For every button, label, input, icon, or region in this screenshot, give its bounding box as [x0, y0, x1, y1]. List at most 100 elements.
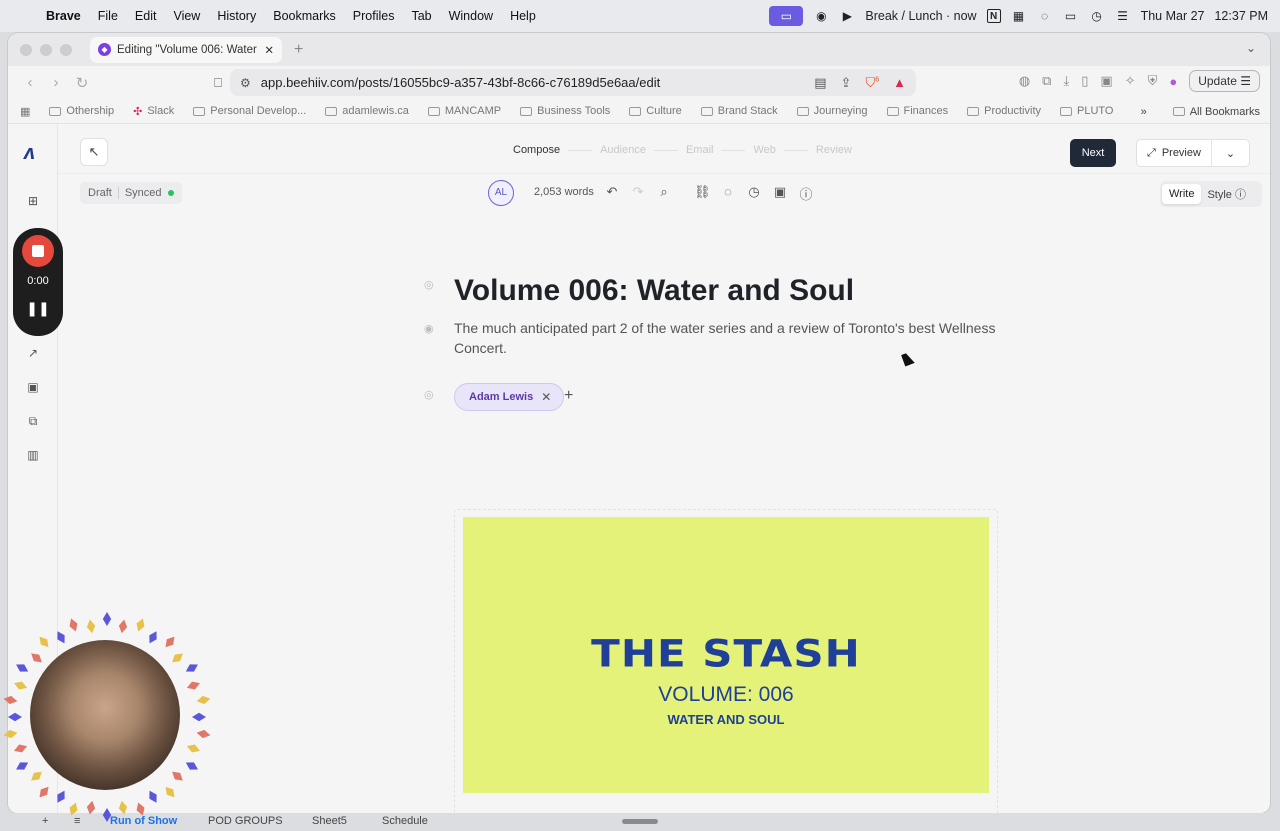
show-subtitle-eye-icon[interactable]: ◉: [424, 322, 434, 335]
apps-grid-icon[interactable]: ▦: [20, 105, 30, 118]
url-text[interactable]: app.beehiiv.com/posts/16055bc9-a357-43bf…: [261, 75, 814, 90]
menu-bookmarks[interactable]: Bookmarks: [273, 9, 336, 23]
bookmark-journeying[interactable]: Journeying: [796, 105, 868, 117]
comment-icon[interactable]: ◌: [720, 184, 736, 203]
remove-author-icon[interactable]: ✕: [541, 390, 551, 404]
forward-arrow-icon[interactable]: ›: [44, 74, 68, 91]
bookmark-personal-develop[interactable]: Personal Develop...: [193, 105, 306, 117]
sheet-tab-schedule[interactable]: Schedule: [382, 815, 428, 827]
bookmark-productivity[interactable]: Productivity: [967, 105, 1041, 117]
cover-image[interactable]: THE STASH VOLUME: 006 WATER AND SOUL: [463, 517, 989, 793]
downloads-icon[interactable]: ⤓: [1063, 73, 1069, 89]
bookmark-brand-stack[interactable]: Brand Stack: [700, 105, 778, 117]
write-tab[interactable]: Write: [1162, 184, 1202, 204]
layout-icon[interactable]: ▦: [1011, 8, 1027, 24]
menubar-time[interactable]: 12:37 PM: [1214, 9, 1268, 23]
analytics-bar-icon[interactable]: ▥: [25, 448, 41, 464]
help-icon[interactable]: ⓘ: [798, 184, 814, 203]
bookmark-finances[interactable]: Finances: [886, 105, 948, 117]
update-button[interactable]: Update ☰: [1189, 70, 1260, 92]
step-compose[interactable]: Compose: [513, 144, 560, 156]
control-center-icon[interactable]: ☰: [1115, 8, 1131, 24]
post-subtitle[interactable]: The much anticipated part 2 of the water…: [454, 318, 1014, 358]
design-icon[interactable]: ⧉: [25, 414, 41, 430]
clock-status-icon[interactable]: ◌: [1037, 8, 1053, 24]
bookmark-mancamp[interactable]: MANCAMP: [427, 105, 501, 117]
add-author-plus-icon[interactable]: +: [564, 387, 573, 405]
beehiiv-logo-icon[interactable]: ʌ: [24, 142, 35, 165]
sheet-tab-sheet5[interactable]: Sheet5: [312, 815, 347, 827]
bookmark-business-tools[interactable]: Business Tools: [520, 105, 610, 117]
share-icon[interactable]: ⇪: [841, 75, 852, 91]
preview-button[interactable]: ⤢ Preview: [1137, 140, 1212, 166]
next-button[interactable]: Next: [1070, 139, 1116, 167]
redo-icon[interactable]: ↷: [630, 184, 646, 203]
step-audience[interactable]: Audience: [600, 144, 646, 156]
preview-dropdown-chevron-icon[interactable]: ⌄: [1212, 147, 1249, 160]
exit-editor-arrow-icon[interactable]: ↖: [80, 138, 108, 166]
tab-list-chevron-icon[interactable]: ⌄: [1246, 41, 1256, 55]
undo-icon[interactable]: ↶: [604, 184, 620, 203]
step-review[interactable]: Review: [816, 144, 852, 156]
dashboard-grid-icon[interactable]: ⊞: [25, 194, 41, 210]
close-tab-icon[interactable]: ✕: [264, 43, 274, 57]
reload-icon[interactable]: ↻: [70, 74, 94, 92]
more-bookmarks-button[interactable]: »: [1141, 106, 1147, 118]
site-settings-icon[interactable]: ⚙: [240, 76, 251, 90]
extension-icon[interactable]: ◍: [1019, 73, 1030, 89]
screen-record-icon[interactable]: ▭: [769, 6, 804, 26]
save-icon[interactable]: ▣: [772, 184, 788, 203]
growth-trend-icon[interactable]: ↗: [25, 346, 41, 362]
vpn-icon[interactable]: ⛨: [1148, 73, 1158, 89]
play-circle-icon[interactable]: ▶: [839, 8, 855, 24]
step-email[interactable]: Email: [686, 144, 714, 156]
wallet-icon[interactable]: ▣: [1100, 73, 1112, 89]
leo-ai-icon[interactable]: ✧: [1125, 73, 1136, 89]
menu-file[interactable]: File: [98, 9, 118, 23]
webcam-overlay[interactable]: [0, 610, 215, 825]
author-chip[interactable]: Adam Lewis ✕: [454, 383, 565, 411]
pause-recording-button[interactable]: ❚❚: [13, 300, 63, 317]
puzzle-extension-icon[interactable]: ⧉: [1042, 73, 1051, 89]
sheet-tab-pod-groups[interactable]: POD GROUPS: [208, 815, 283, 827]
bookmark-adamlewis[interactable]: adamlewis.ca: [325, 105, 409, 117]
address-bar[interactable]: ⚙ app.beehiiv.com/posts/16055bc9-a357-43…: [230, 69, 916, 96]
style-tab[interactable]: Style ⓘ: [1201, 182, 1252, 206]
step-web[interactable]: Web: [753, 144, 775, 156]
menubar-date[interactable]: Thu Mar 27: [1141, 9, 1205, 23]
bookmark-slack[interactable]: ✣ Slack: [133, 105, 174, 118]
battery-icon[interactable]: ▭: [1063, 8, 1079, 24]
bookmark-pluto[interactable]: PLUTO: [1060, 105, 1113, 117]
zoom-window-button[interactable]: [60, 43, 72, 56]
search-icon[interactable]: ⌕: [656, 184, 672, 203]
time-machine-icon[interactable]: ◷: [1089, 8, 1105, 24]
avatar[interactable]: AL: [488, 180, 514, 206]
profile-avatar-icon[interactable]: ●: [1169, 74, 1177, 89]
bookmark-page-icon[interactable]: ⎕: [206, 75, 230, 91]
menu-window[interactable]: Window: [449, 9, 493, 23]
menu-help[interactable]: Help: [510, 9, 536, 23]
all-bookmarks-button[interactable]: All Bookmarks: [1172, 106, 1260, 118]
brave-rewards-icon[interactable]: ▲: [893, 75, 906, 91]
history-icon[interactable]: ◷: [746, 184, 762, 203]
stop-recording-button[interactable]: [22, 235, 54, 267]
new-tab-button[interactable]: +: [294, 41, 303, 59]
horizontal-scrollbar[interactable]: [622, 819, 658, 824]
bookmark-culture[interactable]: Culture: [629, 105, 682, 117]
back-arrow-icon[interactable]: ‹: [18, 74, 42, 91]
menu-edit[interactable]: Edit: [135, 9, 157, 23]
close-window-button[interactable]: [20, 43, 32, 56]
browser-tab-active[interactable]: ◆ Editing "Volume 006: Water and Soul" ✕: [90, 36, 282, 63]
reader-mode-icon[interactable]: ▤: [814, 75, 826, 91]
hide-authors-eye-icon[interactable]: ◎: [424, 388, 434, 401]
hide-title-eye-icon[interactable]: ◎: [424, 278, 434, 291]
menu-history[interactable]: History: [217, 9, 256, 23]
monetize-icon[interactable]: ▣: [25, 380, 41, 396]
menu-view[interactable]: View: [173, 9, 200, 23]
menu-profiles[interactable]: Profiles: [353, 9, 395, 23]
status-app-icon[interactable]: ◉: [813, 8, 829, 24]
brave-shields-icon[interactable]: ⛉6: [865, 75, 879, 91]
link-icon[interactable]: ⛓: [694, 184, 711, 203]
menu-app-name[interactable]: Brave: [46, 9, 81, 23]
sidebar-icon[interactable]: ▯: [1081, 73, 1088, 89]
